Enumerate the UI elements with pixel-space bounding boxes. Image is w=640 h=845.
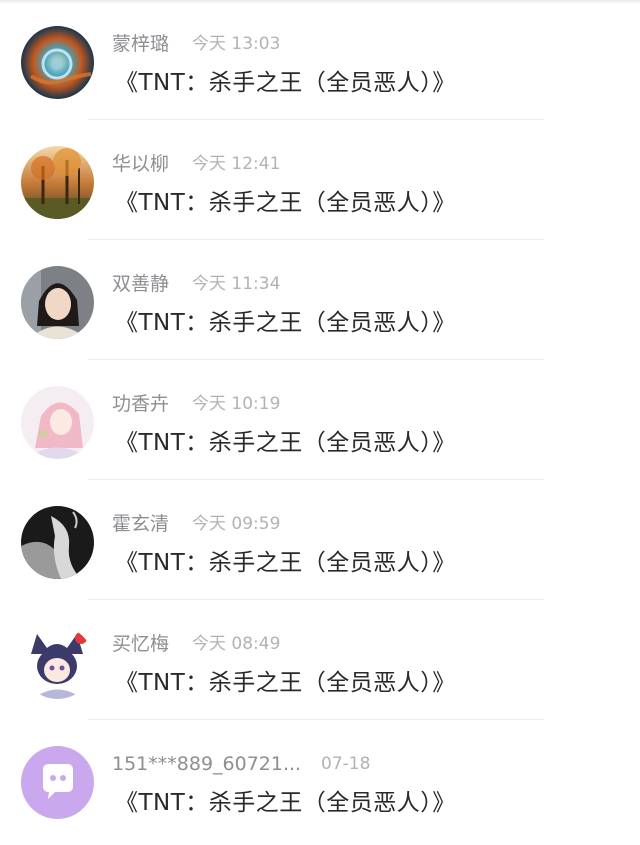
comment-text[interactable]: 《TNT：杀手之王（全员恶人）》 — [115, 547, 456, 579]
list-item[interactable]: 双善静 今天 11:34 《TNT：杀手之王（全员恶人）》 — [0, 240, 640, 360]
comment-text[interactable]: 《TNT：杀手之王（全员恶人）》 — [115, 187, 456, 219]
avatar[interactable] — [21, 386, 94, 459]
list-item[interactable]: 华以柳 今天 12:41 《TNT：杀手之王（全员恶人）》 — [0, 120, 640, 240]
list-item[interactable]: 151***889_60721... 07-18 《TNT：杀手之王（全员恶人）… — [0, 720, 640, 840]
user-name[interactable]: 功香卉 — [112, 391, 169, 417]
user-name[interactable]: 霍玄清 — [112, 511, 169, 537]
avatar-image-icon — [21, 626, 94, 699]
default-avatar-chat-icon — [21, 746, 94, 819]
list-item[interactable]: 蒙梓璐 今天 13:03 《TNT：杀手之王（全员恶人）》 — [0, 0, 640, 120]
avatar[interactable] — [21, 626, 94, 699]
timestamp: 今天 13:03 — [192, 34, 281, 54]
user-name[interactable]: 双善静 — [112, 271, 169, 297]
timestamp: 今天 08:49 — [192, 634, 281, 654]
avatar[interactable] — [21, 746, 94, 819]
comment-text[interactable]: 《TNT：杀手之王（全员恶人）》 — [115, 667, 456, 699]
comment-text[interactable]: 《TNT：杀手之王（全员恶人）》 — [115, 67, 456, 99]
avatar-image-icon — [21, 506, 94, 579]
comment-feed: 蒙梓璐 今天 13:03 《TNT：杀手之王（全员恶人）》 华以柳 今天 12:… — [0, 0, 640, 840]
user-name[interactable]: 蒙梓璐 — [112, 31, 169, 57]
avatar-image-icon — [21, 146, 94, 219]
timestamp: 今天 12:41 — [192, 154, 281, 174]
user-name[interactable]: 151***889_60721... — [112, 751, 301, 777]
avatar-image-icon — [21, 266, 94, 339]
comment-text[interactable]: 《TNT：杀手之王（全员恶人）》 — [115, 427, 456, 459]
user-name[interactable]: 买忆梅 — [112, 631, 169, 657]
avatar[interactable] — [21, 146, 94, 219]
list-item[interactable]: 功香卉 今天 10:19 《TNT：杀手之王（全员恶人）》 — [0, 360, 640, 480]
comment-text[interactable]: 《TNT：杀手之王（全员恶人）》 — [115, 787, 456, 819]
timestamp: 今天 10:19 — [192, 394, 281, 414]
comment-text[interactable]: 《TNT：杀手之王（全员恶人）》 — [115, 307, 456, 339]
list-item[interactable]: 霍玄清 今天 09:59 《TNT：杀手之王（全员恶人）》 — [0, 480, 640, 600]
avatar[interactable] — [21, 266, 94, 339]
avatar-image-icon — [21, 26, 94, 99]
timestamp: 今天 11:34 — [192, 274, 281, 294]
timestamp: 07-18 — [321, 754, 371, 774]
avatar-image-icon — [21, 386, 94, 459]
list-item[interactable]: 买忆梅 今天 08:49 《TNT：杀手之王（全员恶人）》 — [0, 600, 640, 720]
avatar[interactable] — [21, 26, 94, 99]
user-name[interactable]: 华以柳 — [112, 151, 169, 177]
timestamp: 今天 09:59 — [192, 514, 281, 534]
avatar[interactable] — [21, 506, 94, 579]
